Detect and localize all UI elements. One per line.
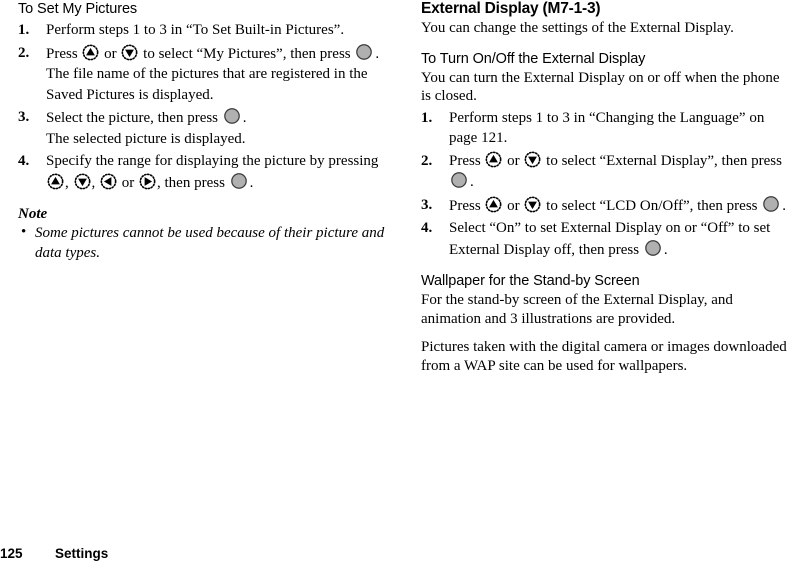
right-column: External Display (M7-1-3) You can change…	[421, 0, 787, 376]
step-item: 1. Perform steps 1 to 3 in “Changing the …	[421, 108, 787, 149]
key-center-icon	[762, 195, 780, 213]
key-right-icon	[139, 173, 156, 190]
left-column: To Set My Pictures 1. Perform steps 1 to …	[18, 0, 390, 263]
key-center-icon	[355, 43, 373, 61]
key-up-icon	[47, 173, 64, 190]
step-text-run: .	[663, 241, 668, 258]
step-item: 3. Press or to select “LCD On/Off”, then …	[421, 195, 787, 217]
paragraph: For the stand-by screen of the External …	[421, 292, 733, 327]
step-text-run: Specify the range for displaying the pic…	[46, 153, 379, 169]
step-item: 3. Select the picture, then press .	[18, 107, 390, 129]
step-text-run: Select the picture, then press	[46, 110, 222, 126]
section-heading-wallpaper: Wallpaper for the Stand-by Screen	[421, 273, 640, 290]
step-text-run: or	[503, 197, 524, 214]
right-main-heading: External Display (M7-1-3)	[421, 0, 601, 17]
step-text-run: to select “My Pictures”, then press	[139, 45, 355, 62]
step-text-run: to select “External Display”, then press	[542, 152, 782, 169]
key-center-icon	[223, 107, 241, 125]
footer-chapter-name: Settings	[55, 546, 109, 561]
step-text-run: .	[242, 110, 247, 126]
note-heading: Note	[18, 206, 48, 222]
step-body: Press or to select “My Pictures”, then p…	[46, 43, 380, 62]
step-text-run: or	[100, 45, 121, 62]
step-text-run: Perform steps 1 to 3 in “To Set Built-in…	[46, 22, 345, 38]
step-body: Select the picture, then press .	[46, 107, 247, 126]
step-text-run: .	[249, 174, 254, 191]
step-text-run: ,	[91, 174, 99, 191]
note-list: • Some pictures cannot be used because of…	[18, 224, 390, 263]
footer-page-number: 125	[0, 546, 23, 561]
step-item: 2. Press or to select “External Display”,…	[421, 151, 787, 193]
key-center-icon	[644, 239, 662, 257]
step-text-run: or	[118, 174, 138, 191]
step-number: 4.	[421, 220, 433, 237]
step-text-run: Press	[449, 197, 485, 214]
step-number: 1.	[421, 109, 433, 126]
step-item: 4. Select “On” to set External Display on…	[421, 218, 787, 260]
step-number: 2.	[18, 44, 30, 61]
step-text-run: Press	[449, 152, 485, 169]
step-text-run: Perform steps 1 to 3 in “Changing the La…	[449, 109, 765, 147]
step-text-run: .	[782, 197, 787, 214]
section-heading-turn-on-off: To Turn On/Off the External Display	[421, 50, 646, 67]
step-result-text: The selected picture is displayed.	[46, 130, 246, 147]
bullet-icon: •	[21, 224, 27, 240]
manual-page: To Set My Pictures 1. Perform steps 1 to …	[0, 0, 787, 561]
step-body: Specify the range for displaying the pic…	[46, 153, 378, 191]
step-body: Perform steps 1 to 3 in “Changing the La…	[449, 110, 764, 147]
key-center-icon	[450, 171, 468, 189]
note-item-text: Some pictures cannot be used because of …	[35, 225, 385, 261]
step-number: 4.	[18, 153, 30, 169]
step-number: 3.	[421, 196, 433, 213]
step-body: Press or to select “LCD On/Off”, then pr…	[449, 195, 787, 214]
step-number: 3.	[18, 109, 30, 125]
key-down-icon	[524, 196, 541, 213]
key-up-icon	[485, 196, 502, 213]
note-item: • Some pictures cannot be used because of…	[18, 224, 390, 263]
section2-paragraphs: For the stand-by screen of the External …	[421, 291, 787, 375]
paragraph: Pictures taken with the digital camera o…	[421, 339, 787, 375]
step-number: 2.	[421, 152, 433, 169]
step-body: Press or to select “External Display”, t…	[449, 151, 782, 191]
step-result-text: The file name of the pictures that are r…	[46, 66, 368, 103]
step-text-run: to select “LCD On/Off”, then press	[542, 197, 762, 214]
key-left-icon	[100, 173, 117, 190]
step-text-run: ,	[65, 174, 73, 191]
key-center-icon	[230, 172, 248, 190]
step-text-run: .	[470, 174, 474, 191]
right-steps-list: 1. Perform steps 1 to 3 in “Changing the …	[421, 108, 787, 261]
step-text-run: , then press	[157, 174, 229, 191]
step-body: Select “On” to set External Display on o…	[449, 220, 770, 258]
step-number: 1.	[18, 22, 30, 38]
step-item: 4. Specify the range for displaying the p…	[18, 151, 390, 193]
right-intro-paragraph: You can change the settings of the Exter…	[421, 20, 734, 36]
key-down-icon	[524, 151, 541, 168]
left-steps-list: 1. Perform steps 1 to 3 in “To Set Built-…	[18, 20, 390, 193]
step-text-run: or	[503, 152, 524, 169]
key-up-icon	[485, 151, 502, 168]
key-down-icon	[74, 173, 91, 190]
left-section-heading: To Set My Pictures	[18, 1, 138, 17]
step-text-run: .	[375, 45, 380, 62]
step-item: 2. Press or to select “My Pictures”, then…	[18, 43, 390, 65]
step-text-run: Select “On” to set External Display on o…	[449, 220, 771, 258]
key-down-icon	[121, 44, 138, 61]
step-item: 1. Perform steps 1 to 3 in “To Set Built-…	[18, 20, 390, 41]
step-text-run: Press	[46, 45, 82, 62]
section1-intro: You can turn the External Display on or …	[421, 69, 780, 105]
step-body: Perform steps 1 to 3 in “To Set Built-in…	[46, 22, 344, 38]
key-up-icon	[82, 44, 99, 61]
